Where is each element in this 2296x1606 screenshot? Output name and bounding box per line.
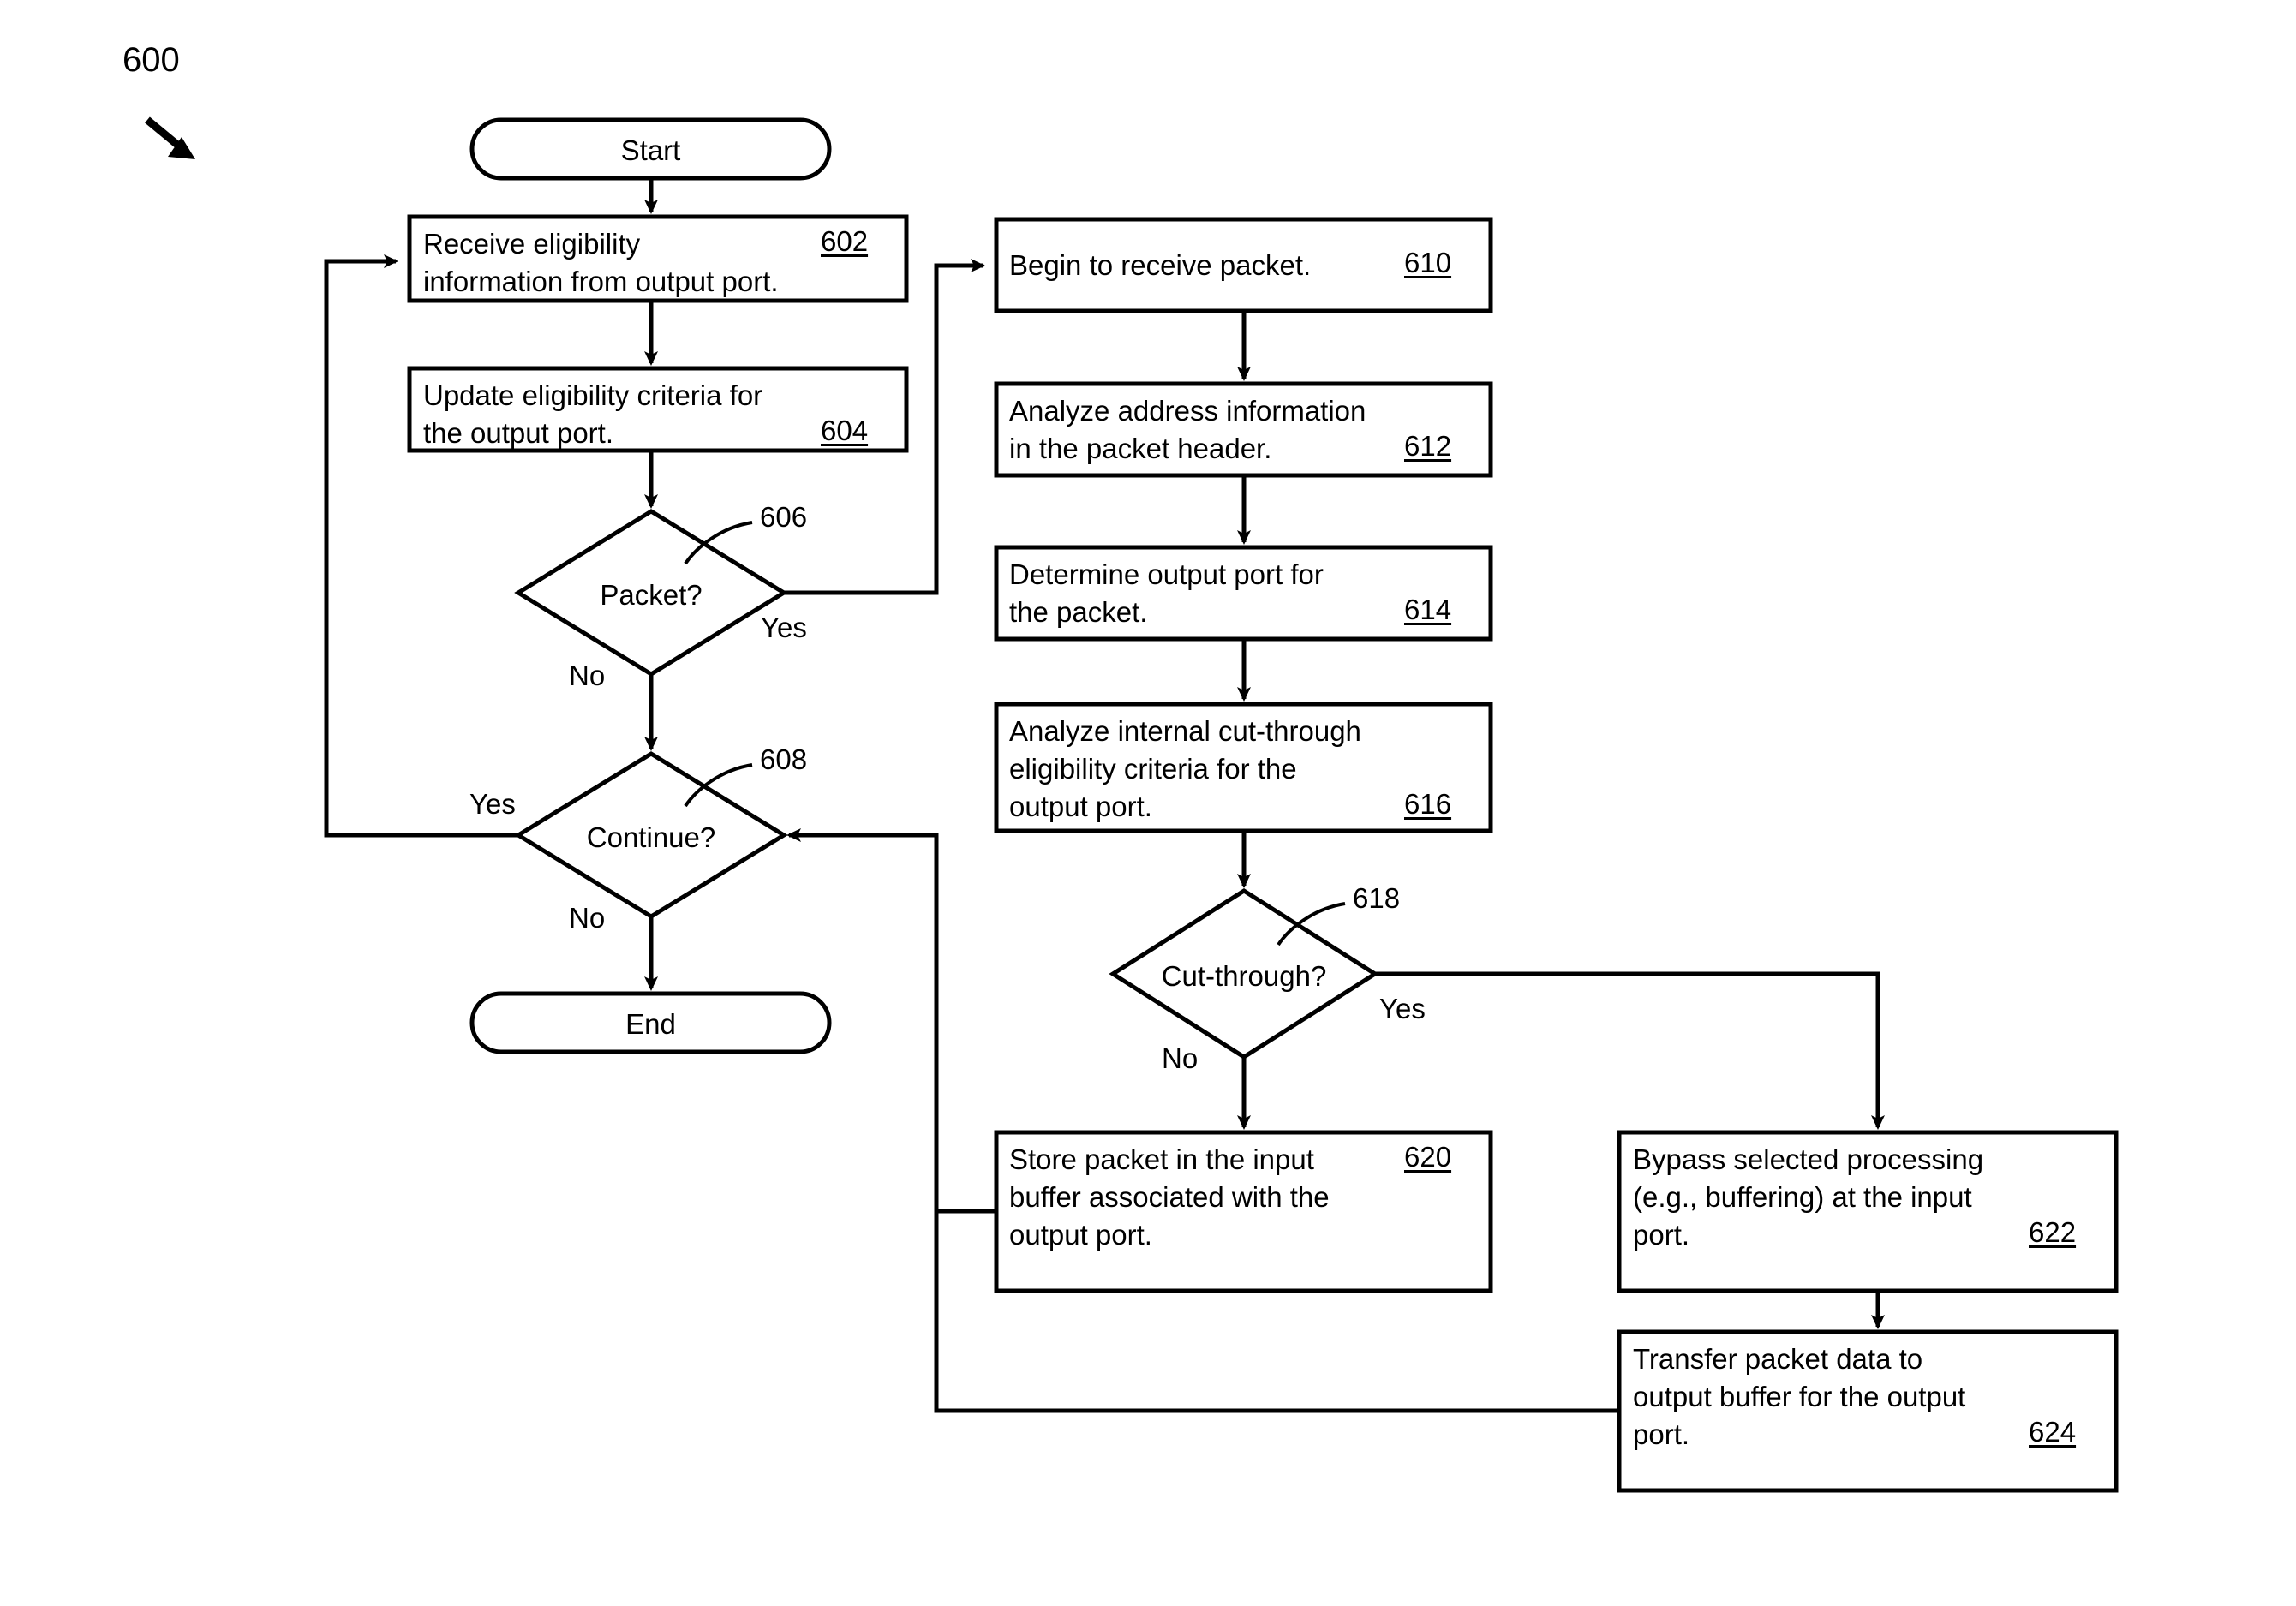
edge-618-yes-to-622 <box>1375 971 1885 1130</box>
process-ref-620: 620 <box>1404 1141 1452 1173</box>
process-ref-622: 622 <box>2029 1216 2077 1248</box>
edge-608-yes-to-602 <box>324 254 518 838</box>
decision-ref-618: 618 <box>1353 882 1401 914</box>
process-ref-610: 610 <box>1404 247 1452 278</box>
process-label-612: Analyze address information in the packe… <box>1009 395 1366 464</box>
process-label-620: Store packet in the input buffer associa… <box>1009 1143 1330 1251</box>
flowchart-page: 600 Start End Receive eligibility inform… <box>0 0 2296 1606</box>
process-ref-624: 624 <box>2029 1416 2077 1448</box>
process-label-604: Update eligibility criteria for the outp… <box>423 379 763 449</box>
process-label-624: Transfer packet data to output buffer fo… <box>1633 1343 1966 1450</box>
edge-label-618-yes: Yes <box>1379 993 1426 1024</box>
process-ref-604: 604 <box>821 415 869 446</box>
process-label-610: Begin to receive packet. <box>1009 249 1312 281</box>
edge-label-608-no: No <box>569 902 606 934</box>
decision-label-618: Cut-through? <box>1161 960 1327 992</box>
figure-number: 600 <box>123 41 180 79</box>
process-label-622: Bypass selected processing (e.g., buffer… <box>1633 1143 1984 1251</box>
process-label-616: Analyze internal cut-through eligibility… <box>1009 715 1361 822</box>
decision-ref-606: 606 <box>760 501 808 533</box>
process-ref-614: 614 <box>1404 594 1452 625</box>
start-terminator-label: Start <box>620 134 681 166</box>
process-label-614: Determine output port for the packet. <box>1009 558 1324 628</box>
end-terminator-label: End <box>625 1008 676 1040</box>
edge-label-606-no: No <box>569 660 606 691</box>
figure-pointer-arrow-icon <box>145 116 195 159</box>
decision-ref-608: 608 <box>760 743 808 775</box>
edge-label-618-no: No <box>1162 1042 1199 1074</box>
edge-label-608-yes: Yes <box>469 788 516 820</box>
decision-label-606: Packet? <box>600 579 703 611</box>
process-label-602: Receive eligibility information from out… <box>423 228 779 297</box>
process-ref-602: 602 <box>821 225 869 257</box>
edge-label-606-yes: Yes <box>761 612 807 643</box>
process-ref-616: 616 <box>1404 788 1452 820</box>
process-ref-612: 612 <box>1404 430 1452 462</box>
decision-label-608: Continue? <box>586 821 716 853</box>
